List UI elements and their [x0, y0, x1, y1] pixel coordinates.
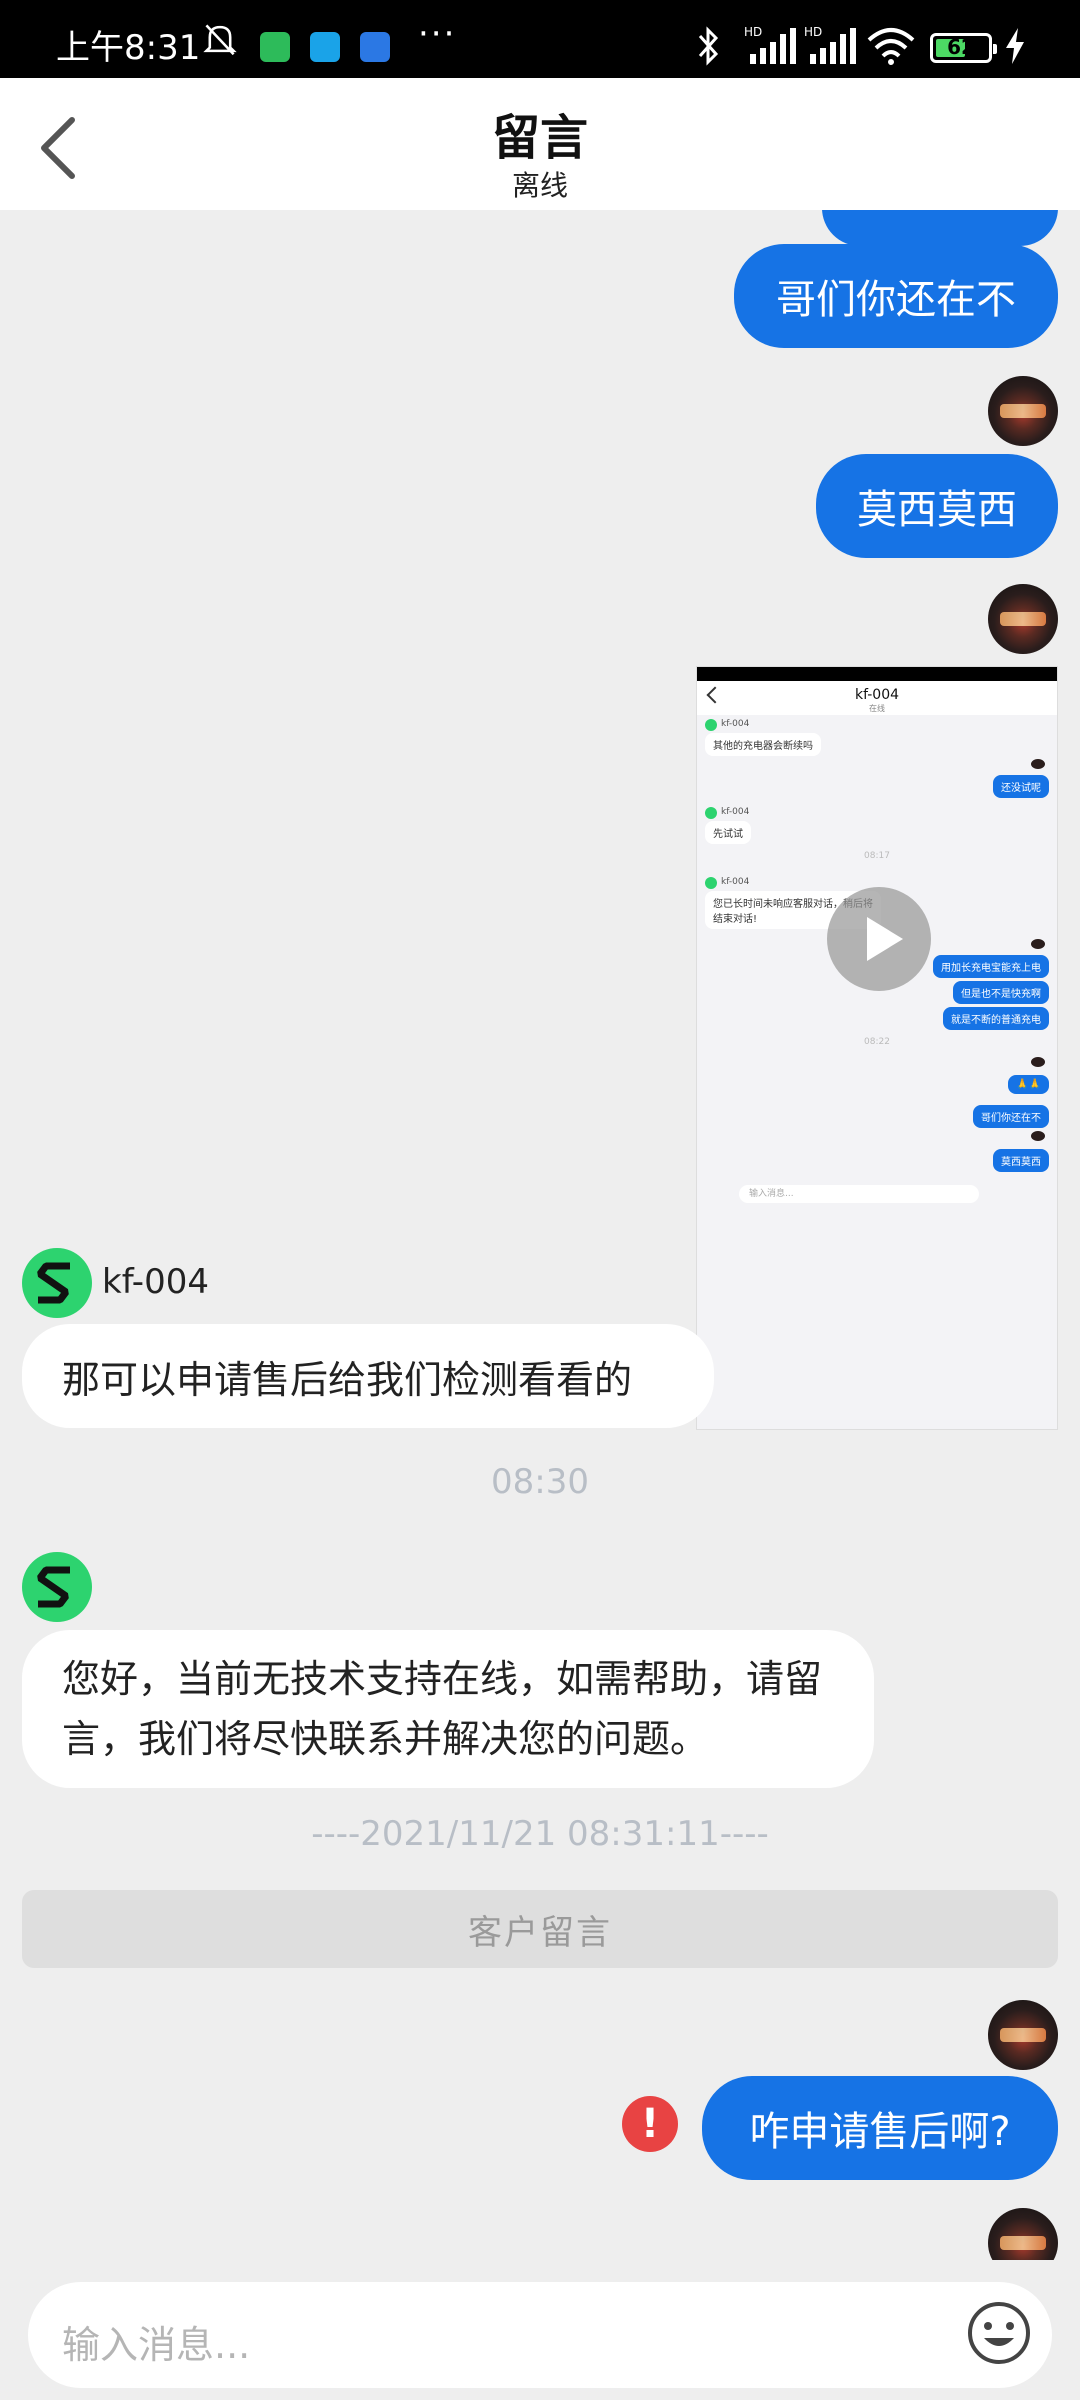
thumbnail-message: 就是不断的普通充电	[943, 1007, 1049, 1030]
thumbnail-subtitle: 在线	[869, 704, 885, 713]
user-avatar[interactable]	[988, 2000, 1058, 2070]
charging-icon	[1006, 28, 1024, 64]
thumbnail-message: 先试试	[705, 821, 751, 844]
input-placeholder: 输入消息...	[62, 2323, 251, 2367]
app-notification-icon-2	[310, 32, 340, 62]
agent-name: kf-004	[102, 1262, 209, 1302]
thumbnail-message: 其他的充电器会断续吗	[705, 733, 821, 756]
thumbnail-message: 用加长充电宝能充上电	[933, 955, 1049, 978]
thumbnail-user-avatar	[1031, 939, 1045, 949]
message-input-bar: 输入消息...	[0, 2260, 1080, 2400]
thumbnail-status-bar	[697, 667, 1057, 681]
thumbnail-timestamp: 08:17	[864, 851, 890, 861]
battery-level: 62	[947, 35, 975, 59]
message-list[interactable]: 哥们你还在不 莫西莫西 kf-004 在线 kf-004 其他的充电器会断续吗 …	[0, 210, 1080, 2260]
page-title: 留言	[491, 110, 588, 166]
agent-status: 离线	[511, 169, 568, 202]
thumbnail-message: 但是也不是快充啊	[953, 981, 1049, 1004]
thumbnail-title: kf-004	[854, 687, 900, 703]
status-bar: 上午8:31 ··· HD HD 62	[0, 0, 1080, 78]
outgoing-message[interactable]: 哥们你还在不	[734, 244, 1058, 348]
battery-icon: 62	[930, 33, 997, 63]
chat-header: 留言 离线	[0, 78, 1080, 210]
signal-icon-2: HD	[804, 25, 856, 64]
outgoing-message[interactable]: 莫西莫西	[816, 454, 1058, 558]
thumbnail-message: 还没试呢	[993, 775, 1049, 798]
thumbnail-input: 输入消息...	[739, 1185, 979, 1203]
outgoing-message[interactable]: 咋申请售后啊?	[702, 2076, 1058, 2180]
user-avatar[interactable]	[988, 376, 1058, 446]
wifi-icon	[867, 28, 915, 65]
agent-avatar[interactable]	[22, 1248, 92, 1318]
thumbnail-timestamp: 08:22	[864, 1037, 890, 1047]
thumbnail-message: 哥们你还在不	[973, 1105, 1049, 1128]
emoji-icon[interactable]	[966, 2300, 1032, 2366]
thumbnail-agent-avatar	[705, 719, 717, 731]
user-avatar[interactable]	[988, 584, 1058, 654]
message-timestamp: 08:30	[491, 1462, 589, 1502]
thumbnail-agent-name: kf-004	[721, 877, 750, 887]
incoming-message[interactable]: 您好，当前无技术支持在线，如需帮助，请留言，我们将尽快联系并解决您的问题。	[22, 1630, 874, 1788]
incoming-message[interactable]: 那可以申请售后给我们检测看看的	[22, 1324, 714, 1428]
svg-text:HD: HD	[804, 25, 822, 39]
error-icon[interactable]: !	[622, 2096, 678, 2152]
svg-text:HD: HD	[744, 25, 762, 39]
app-notification-icon-1	[260, 32, 290, 62]
thumbnail-agent-name: kf-004	[721, 719, 750, 729]
message-bubble-partial[interactable]	[822, 210, 1058, 246]
thumbnail-agent-avatar	[705, 807, 717, 819]
thumbnail-user-avatar	[1031, 1057, 1045, 1067]
thumbnail-user-avatar	[1031, 759, 1045, 769]
agent-avatar[interactable]	[22, 1552, 92, 1622]
leave-message-banner: 客户留言	[22, 1890, 1058, 1968]
play-icon[interactable]	[827, 887, 931, 991]
bluetooth-icon	[698, 26, 719, 66]
user-avatar[interactable]	[988, 2208, 1058, 2260]
app-notification-icon-3	[360, 32, 390, 62]
more-notifications-icon: ···	[418, 14, 457, 54]
video-message-thumbnail[interactable]: kf-004 在线 kf-004 其他的充电器会断续吗 还没试呢 kf-004 …	[696, 666, 1058, 1430]
thumbnail-agent-name: kf-004	[721, 807, 750, 817]
muted-notification-icon	[203, 24, 237, 56]
thumbnail-header: kf-004 在线	[697, 681, 1057, 715]
signal-icon: HD	[744, 25, 796, 64]
thumbnail-agent-avatar	[705, 877, 717, 889]
divider-timestamp: ----2021/11/21 08:31:11----	[311, 1814, 769, 1854]
thumbnail-message: 🙏🙏	[1008, 1075, 1049, 1094]
thumbnail-message: 莫西莫西	[993, 1149, 1049, 1172]
thumbnail-user-avatar	[1031, 1131, 1045, 1141]
status-time: 上午8:31	[56, 28, 201, 68]
